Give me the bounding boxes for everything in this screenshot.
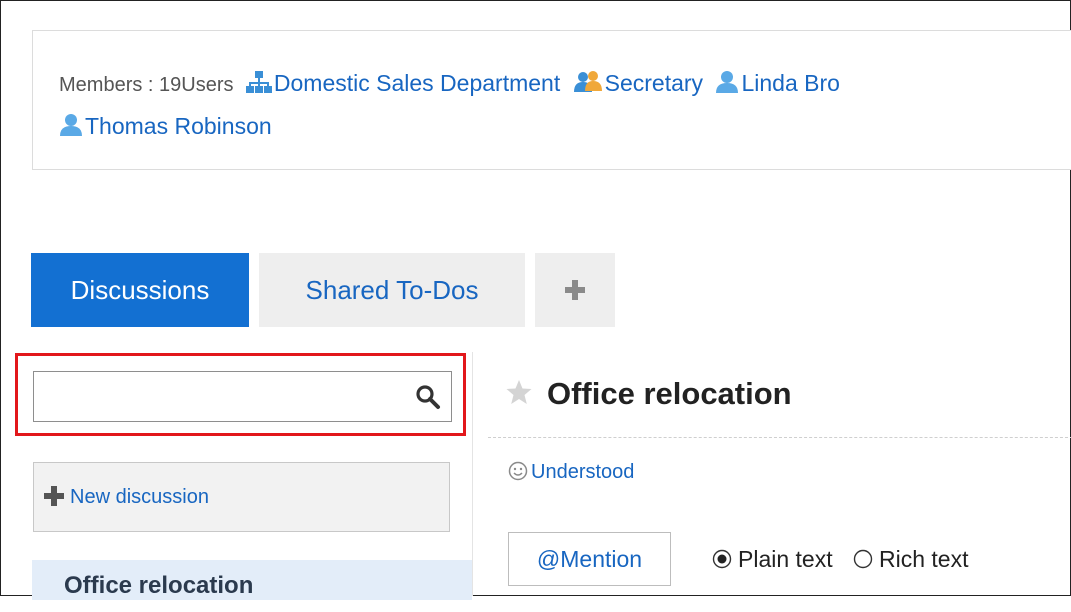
- sidebar-item-office-relocation[interactable]: Office relocation: [32, 560, 472, 600]
- divider: [488, 437, 1071, 438]
- at-icon: @: [536, 546, 561, 572]
- plus-icon: [42, 468, 66, 536]
- radio-unselected-icon[interactable]: [853, 548, 873, 575]
- understood-label: Understood: [531, 461, 635, 483]
- radio-selected-icon[interactable]: [712, 548, 732, 575]
- mention-label: Mention: [560, 546, 643, 572]
- member-link-secretary[interactable]: Secretary: [605, 70, 703, 96]
- search-field[interactable]: [33, 371, 452, 422]
- member-link-thomas[interactable]: Thomas Robinson: [85, 113, 272, 139]
- members-line: Members : 19Users Domestic Sales Departm…: [59, 69, 840, 100]
- plain-text-label: Plain text: [738, 546, 833, 572]
- discussion-header: Office relocation: [505, 376, 792, 412]
- column-divider: [472, 352, 473, 596]
- tab-discussions[interactable]: Discussions: [31, 253, 249, 327]
- new-discussion-label: New discussion: [70, 486, 209, 508]
- org-chart-icon: [245, 70, 272, 100]
- plus-icon: [565, 280, 585, 300]
- rich-text-option[interactable]: Rich text: [853, 546, 968, 572]
- member-link-domestic-sales[interactable]: Domestic Sales Department: [274, 70, 560, 96]
- understood-link[interactable]: Understood: [508, 461, 634, 487]
- search-icon[interactable]: [415, 384, 441, 410]
- new-discussion-button[interactable]: New discussion: [33, 462, 450, 532]
- user-icon: [715, 70, 739, 100]
- mention-button[interactable]: @Mention: [508, 532, 671, 586]
- group-icon: [573, 70, 603, 100]
- add-tab-button[interactable]: [535, 253, 615, 327]
- member-link-linda[interactable]: Linda Bro: [741, 70, 839, 96]
- plain-text-option[interactable]: Plain text: [712, 546, 839, 572]
- page-title: Office relocation: [547, 376, 792, 411]
- smile-icon: [508, 461, 528, 487]
- user-icon: [59, 113, 83, 143]
- search-input[interactable]: [34, 372, 414, 419]
- members-count-label: Members : 19Users: [59, 74, 234, 96]
- text-format-options: Plain text Rich text: [712, 546, 982, 575]
- members-line: Thomas Robinson: [59, 112, 272, 143]
- members-panel: Members : 19Users Domestic Sales Departm…: [32, 30, 1071, 170]
- star-icon[interactable]: [505, 378, 533, 411]
- tab-shared-todos[interactable]: Shared To-Dos: [259, 253, 525, 327]
- rich-text-label: Rich text: [879, 546, 969, 572]
